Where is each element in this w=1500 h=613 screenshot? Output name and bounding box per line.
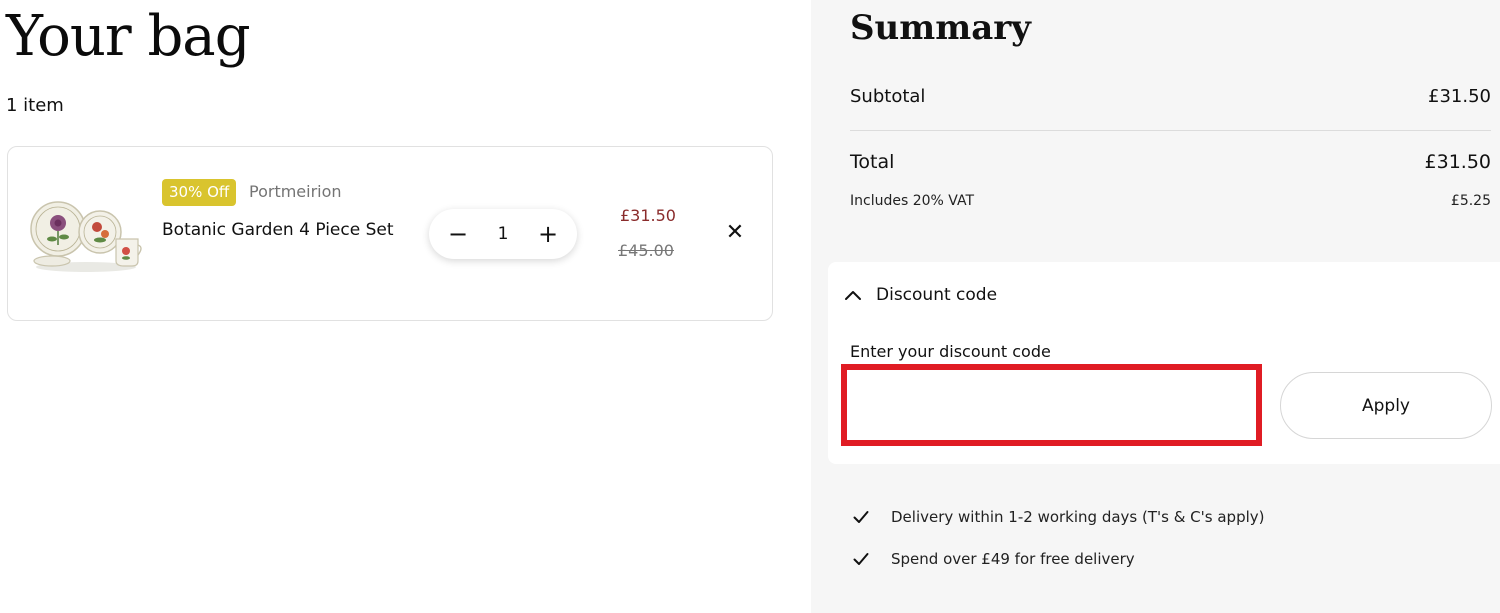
discount-code-label: Enter your discount code (850, 342, 1051, 361)
summary-divider (850, 130, 1491, 131)
original-price: £45.00 (618, 241, 674, 260)
discount-code-toggle[interactable]: Discount code (844, 282, 997, 308)
vat-row: Includes 20% VAT £5.25 (850, 193, 1491, 209)
check-icon (853, 553, 869, 565)
cart-item-card: 30% Off Portmeirion Botanic Garden 4 Pie… (7, 146, 773, 321)
product-brand[interactable]: Portmeirion (249, 182, 342, 201)
sale-price: £31.50 (620, 206, 676, 225)
benefit-item: Delivery within 1-2 working days (T's & … (853, 508, 1265, 526)
total-value: £31.50 (1424, 151, 1491, 173)
decrease-quantity-button[interactable]: − (433, 209, 483, 259)
summary-panel: Summary Subtotal £31.50 Total £31.50 Inc… (811, 0, 1500, 613)
discount-section: Discount code Enter your discount code A… (828, 262, 1500, 464)
benefit-text: Delivery within 1-2 working days (T's & … (891, 508, 1265, 526)
total-row: Total £31.50 (850, 151, 1491, 173)
chevron-up-icon (845, 291, 861, 300)
remove-item-button[interactable]: ✕ (724, 219, 746, 247)
apply-discount-button[interactable]: Apply (1280, 372, 1492, 439)
benefit-text: Spend over £49 for free delivery (891, 550, 1135, 568)
product-name[interactable]: Botanic Garden 4 Piece Set (162, 220, 394, 240)
benefit-item: Spend over £49 for free delivery (853, 550, 1135, 568)
total-label: Total (850, 151, 895, 173)
quantity-value: 1 (497, 224, 509, 244)
vat-value: £5.25 (1450, 193, 1491, 209)
summary-title: Summary (850, 8, 1031, 48)
item-count: 1 item (6, 95, 64, 116)
quantity-stepper: − 1 + (429, 209, 577, 259)
page-title: Your bag (6, 4, 251, 69)
discount-code-input[interactable] (841, 364, 1262, 446)
subtotal-label: Subtotal (850, 86, 926, 107)
check-icon (853, 511, 869, 523)
discount-badge: 30% Off (162, 179, 237, 206)
vat-label: Includes 20% VAT (850, 193, 974, 209)
product-image[interactable] (30, 187, 142, 275)
subtotal-row: Subtotal £31.50 (850, 86, 1491, 107)
subtotal-value: £31.50 (1428, 86, 1491, 107)
bag-panel: Your bag 1 item 30% Off Portmeirion Bota… (0, 0, 811, 613)
discount-code-toggle-label: Discount code (876, 285, 998, 305)
increase-quantity-button[interactable]: + (523, 209, 573, 259)
